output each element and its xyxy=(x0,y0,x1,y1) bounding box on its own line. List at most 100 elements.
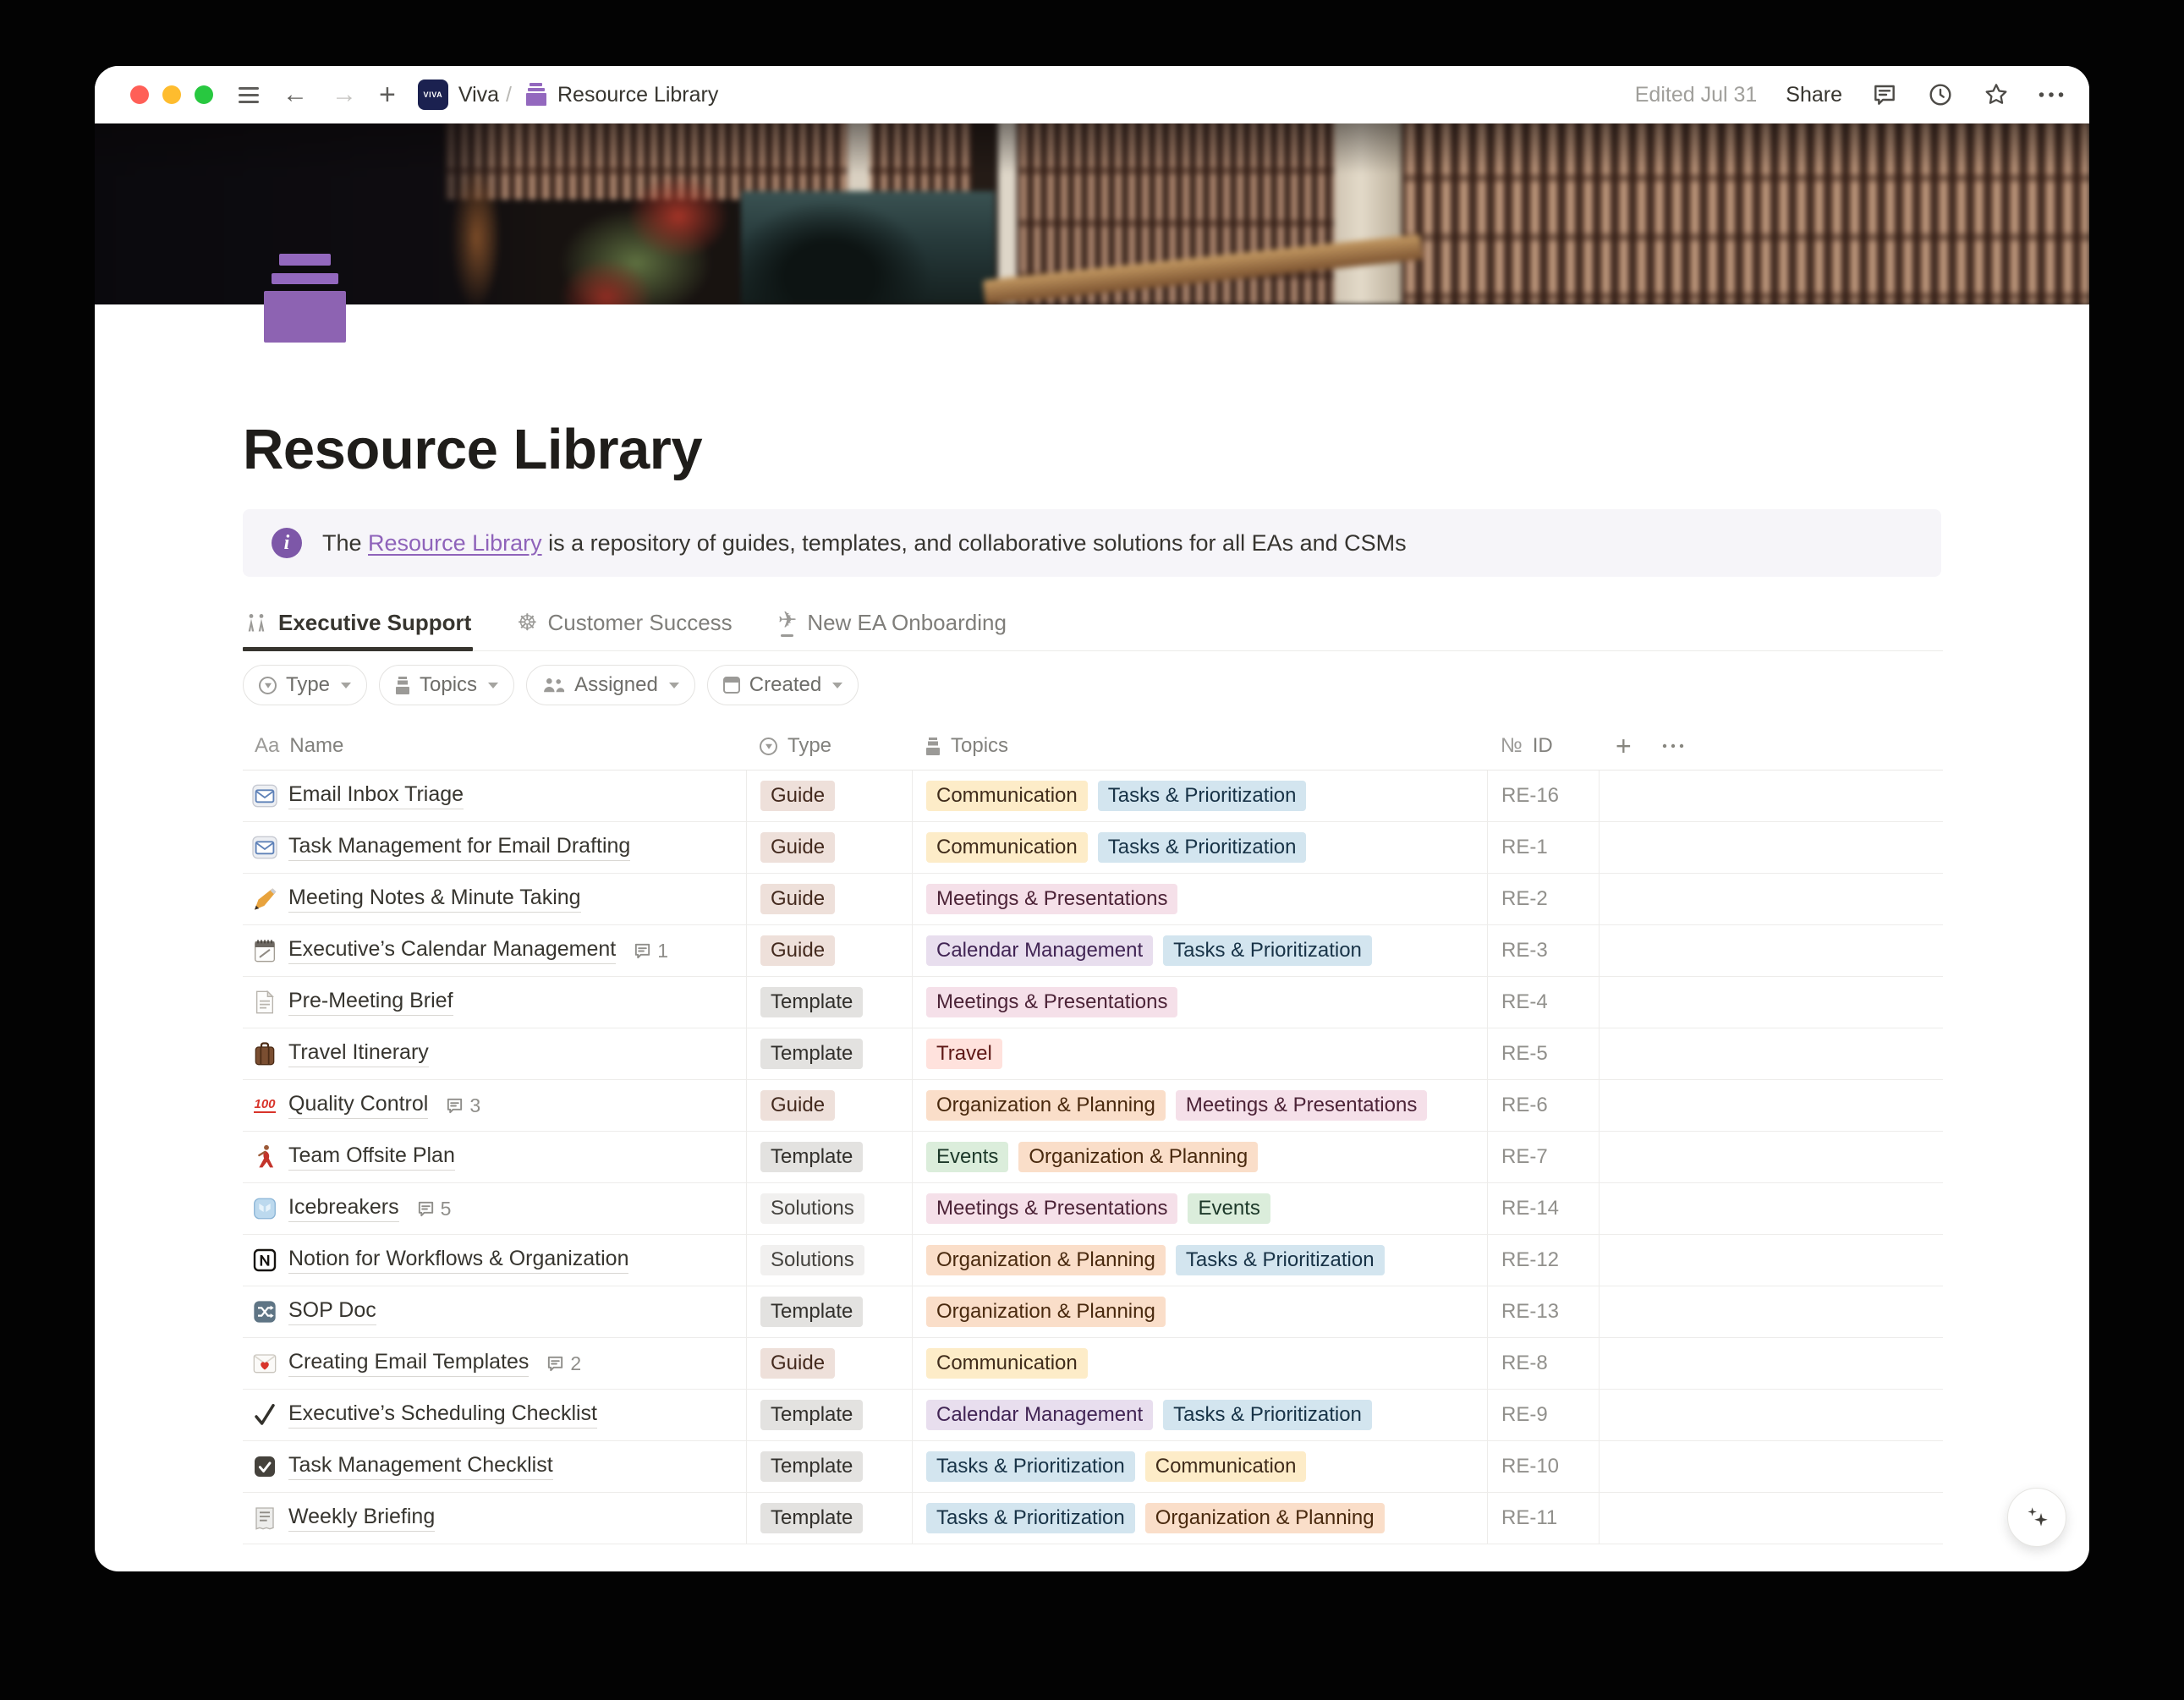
tag-tasks-prioritization[interactable]: Tasks & Prioritization xyxy=(1163,1400,1372,1430)
row-name-cell[interactable]: SOP Doc xyxy=(243,1286,746,1337)
row-type-cell[interactable]: Guide xyxy=(746,925,912,976)
back-icon[interactable]: ← xyxy=(283,82,308,107)
row-topics-cell[interactable]: Meetings & Presentations Events xyxy=(912,1183,1487,1234)
row-topics-cell[interactable]: Organization & Planning xyxy=(912,1286,1487,1337)
row-name-cell[interactable]: 100Quality Control3 xyxy=(243,1080,746,1131)
filter-chip-assigned[interactable]: Assigned xyxy=(526,665,695,705)
row-name-cell[interactable]: Travel Itinerary xyxy=(243,1028,746,1079)
row-type-cell[interactable]: Template xyxy=(746,1028,912,1079)
ai-sparkles-button[interactable] xyxy=(2007,1488,2066,1547)
tag-solutions[interactable]: Solutions xyxy=(760,1193,864,1224)
history-icon[interactable] xyxy=(1927,81,1954,108)
row-topics-cell[interactable]: Communication xyxy=(912,1338,1487,1389)
page-icon[interactable] xyxy=(264,254,346,343)
table-options-icon[interactable] xyxy=(1662,743,1684,749)
tag-template[interactable]: Template xyxy=(760,1503,863,1533)
tag-tasks-prioritization[interactable]: Tasks & Prioritization xyxy=(1098,781,1307,811)
row-page-link[interactable]: Meeting Notes & Minute Taking xyxy=(288,886,581,913)
row-name-cell[interactable]: Meeting Notes & Minute Taking xyxy=(243,874,746,924)
tag-guide[interactable]: Guide xyxy=(760,781,835,811)
row-type-cell[interactable]: Solutions xyxy=(746,1183,912,1234)
row-type-cell[interactable]: Guide xyxy=(746,770,912,821)
row-topics-cell[interactable]: EventsOrganization & Planning xyxy=(912,1132,1487,1182)
column-header-type[interactable]: Type xyxy=(746,722,912,770)
tag-organization-planning[interactable]: Organization & Planning xyxy=(926,1297,1166,1327)
row-page-link[interactable]: Travel Itinerary xyxy=(288,1040,429,1067)
row-topics-cell[interactable]: Calendar Management Tasks & Prioritizatio… xyxy=(912,1390,1487,1440)
row-type-cell[interactable]: Guide xyxy=(746,1338,912,1389)
row-type-cell[interactable]: Template xyxy=(746,1132,912,1182)
comment-count[interactable]: 1 xyxy=(633,940,668,962)
row-page-link[interactable]: Task Management for Email Drafting xyxy=(288,834,630,861)
tag-solutions[interactable]: Solutions xyxy=(760,1245,864,1275)
row-topics-cell[interactable]: Communication Tasks & Prioritization xyxy=(912,770,1487,821)
tag-guide[interactable]: Guide xyxy=(760,832,835,863)
row-page-link[interactable]: Email Inbox Triage xyxy=(288,782,464,809)
row-name-cell[interactable]: Icebreakers5 xyxy=(243,1183,746,1234)
tag-organization-planning[interactable]: Organization & Planning xyxy=(926,1245,1166,1275)
row-type-cell[interactable]: Template xyxy=(746,977,912,1028)
row-page-link[interactable]: Executive’s Calendar Management xyxy=(288,937,616,964)
tag-meetings-presentations[interactable]: Meetings & Presentations xyxy=(926,884,1177,914)
row-name-cell[interactable]: Task Management for Email Drafting xyxy=(243,822,746,873)
column-header-name[interactable]: Aa Name xyxy=(243,722,746,770)
comments-icon[interactable] xyxy=(1871,81,1898,108)
workspace-logo[interactable]: VIVA xyxy=(418,80,448,110)
favorite-star-icon[interactable] xyxy=(1983,81,2010,108)
row-topics-cell[interactable]: CommunicationTasks & Prioritization xyxy=(912,822,1487,873)
comment-count[interactable]: 3 xyxy=(445,1094,480,1117)
add-column-icon[interactable]: + xyxy=(1616,732,1632,760)
tag-events[interactable]: Events xyxy=(1188,1193,1270,1224)
tag-guide[interactable]: Guide xyxy=(760,884,835,914)
row-page-link[interactable]: Notion for Workflows & Organization xyxy=(288,1247,628,1274)
comment-count[interactable]: 2 xyxy=(546,1352,581,1375)
row-type-cell[interactable]: Template xyxy=(746,1286,912,1337)
filter-chip-type[interactable]: Type xyxy=(243,665,367,705)
row-page-link[interactable]: Creating Email Templates xyxy=(288,1350,529,1377)
row-type-cell[interactable]: Solutions xyxy=(746,1235,912,1286)
row-name-cell[interactable]: Email Inbox Triage xyxy=(243,770,746,821)
breadcrumb-workspace[interactable]: Viva xyxy=(458,83,499,107)
forward-icon[interactable]: → xyxy=(332,82,357,107)
tag-guide[interactable]: Guide xyxy=(760,935,835,966)
tag-communication[interactable]: Communication xyxy=(926,781,1088,811)
row-name-cell[interactable]: Pre-Meeting Brief xyxy=(243,977,746,1028)
minimize-window-button[interactable] xyxy=(162,85,181,104)
filter-chip-topics[interactable]: Topics xyxy=(379,665,514,705)
tag-communication[interactable]: Communication xyxy=(926,832,1088,863)
row-type-cell[interactable]: Guide xyxy=(746,1080,912,1131)
tag-template[interactable]: Template xyxy=(760,987,863,1017)
row-page-link[interactable]: Team Offsite Plan xyxy=(288,1143,455,1171)
tag-organization-planning[interactable]: Organization & Planning xyxy=(926,1090,1166,1121)
tag-travel[interactable]: Travel xyxy=(926,1039,1002,1069)
tag-template[interactable]: Template xyxy=(760,1451,863,1482)
row-name-cell[interactable]: Weekly Briefing xyxy=(243,1493,746,1544)
row-name-cell[interactable]: Executive’s Scheduling Checklist xyxy=(243,1390,746,1440)
more-options-icon[interactable] xyxy=(2039,91,2064,98)
row-name-cell[interactable]: Executive’s Calendar Management 1 xyxy=(243,925,746,976)
breadcrumb-page[interactable]: Resource Library xyxy=(557,83,718,107)
row-page-link[interactable]: Executive’s Scheduling Checklist xyxy=(288,1401,597,1429)
tag-meetings-presentations[interactable]: Meetings & Presentations xyxy=(926,1193,1177,1224)
tag-organization-planning[interactable]: Organization & Planning xyxy=(1018,1142,1258,1172)
row-name-cell[interactable]: Creating Email Templates 2 xyxy=(243,1338,746,1389)
close-window-button[interactable] xyxy=(130,85,149,104)
row-page-link[interactable]: SOP Doc xyxy=(288,1298,376,1325)
row-page-link[interactable]: Pre-Meeting Brief xyxy=(288,989,453,1016)
tag-template[interactable]: Template xyxy=(760,1400,863,1430)
tag-organization-planning[interactable]: Organization & Planning xyxy=(1145,1503,1385,1533)
filter-chip-created[interactable]: Created xyxy=(707,665,859,705)
callout-page-link[interactable]: Resource Library xyxy=(368,530,542,556)
column-header-id[interactable]: № ID xyxy=(1487,722,1599,770)
tag-calendar-management[interactable]: Calendar Management xyxy=(926,1400,1153,1430)
tag-template[interactable]: Template xyxy=(760,1039,863,1069)
tab-customer-success[interactable]: ☸Customer Success xyxy=(515,599,733,650)
row-page-link[interactable]: Quality Control xyxy=(288,1092,428,1119)
tag-communication[interactable]: Communication xyxy=(1145,1451,1307,1482)
tag-meetings-presentations[interactable]: Meetings & Presentations xyxy=(926,987,1177,1017)
tab-new-ea-onboarding[interactable]: ✈New EA Onboarding xyxy=(776,599,1008,650)
tag-template[interactable]: Template xyxy=(760,1297,863,1327)
row-name-cell[interactable]: Team Offsite Plan xyxy=(243,1132,746,1182)
row-type-cell[interactable]: Guide xyxy=(746,874,912,924)
tag-guide[interactable]: Guide xyxy=(760,1090,835,1121)
